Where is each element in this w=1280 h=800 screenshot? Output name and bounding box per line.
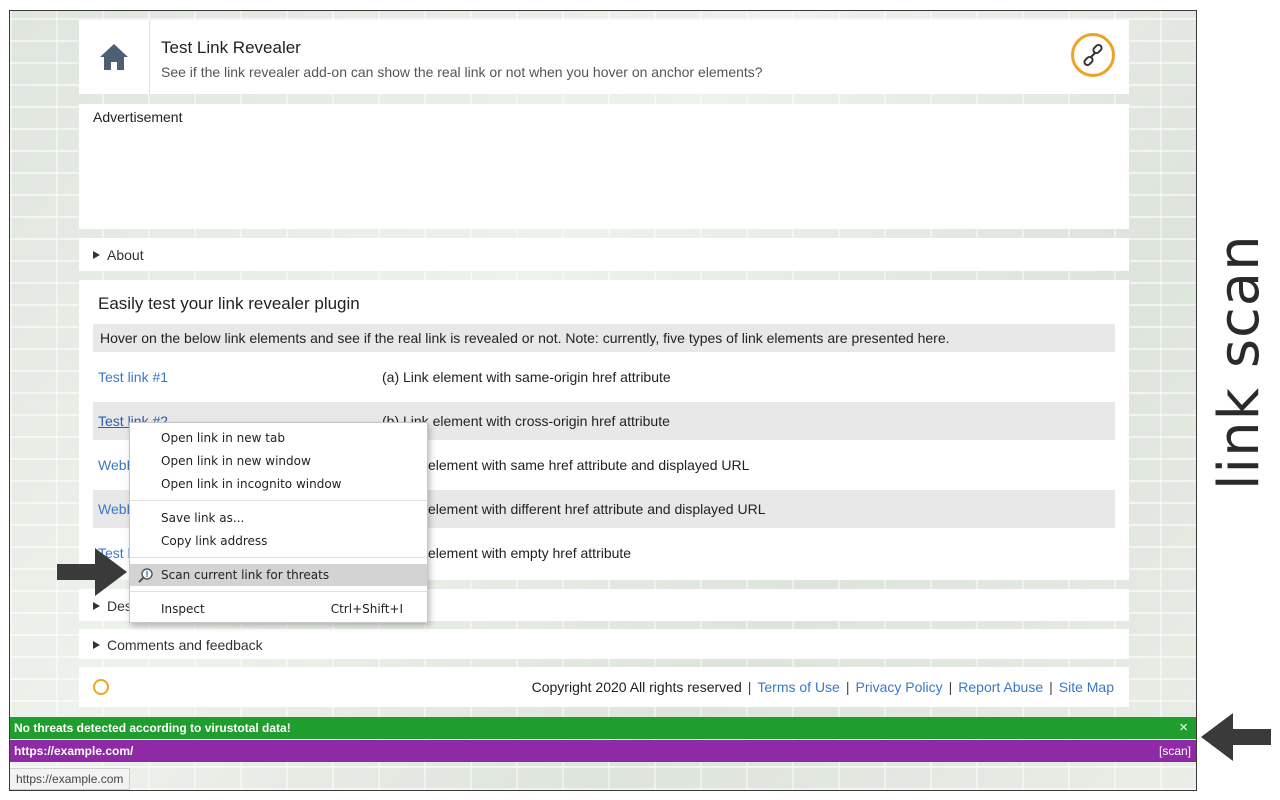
menu-item-copy-link[interactable]: Copy link address (130, 530, 427, 552)
browser-viewport: Test Link Revealer See if the link revea… (9, 10, 1197, 791)
menu-item-open-new-tab[interactable]: Open link in new tab (130, 427, 427, 449)
inspect-shortcut: Ctrl+Shift+I (330, 602, 403, 616)
menu-item-open-new-window[interactable]: Open link in new window (130, 450, 427, 472)
scan-result-message: No threats detected according to virusto… (14, 721, 291, 735)
site-map-link[interactable]: Site Map (1059, 679, 1114, 695)
about-label: About (107, 247, 144, 263)
section-title: Easily test your link revealer plugin (98, 294, 360, 313)
about-summary[interactable]: About (93, 247, 144, 263)
menu-item-inspect[interactable]: Inspect Ctrl+Shift+I (130, 598, 427, 620)
table-row: Test link #1 (a) Link element with same-… (93, 358, 1115, 396)
close-icon[interactable]: × (1179, 719, 1188, 736)
pointer-arrow-left-icon (1201, 713, 1271, 761)
comments-section[interactable]: Comments and feedback (79, 629, 1129, 659)
description-summary[interactable]: Des (93, 598, 132, 614)
page-title: Test Link Revealer (161, 38, 301, 57)
terms-link[interactable]: Terms of Use (757, 679, 839, 695)
browser-status-url: https://example.com (10, 768, 131, 790)
comments-summary[interactable]: Comments and feedback (93, 637, 263, 653)
scan-result-bar: No threats detected according to virusto… (10, 717, 1196, 739)
report-abuse-link[interactable]: Report Abuse (958, 679, 1043, 695)
footer-links: Copyright 2020 All rights reserved | Terms… (531, 679, 1114, 695)
menu-separator (130, 591, 427, 592)
disclosure-triangle-icon (93, 641, 100, 649)
disclosure-triangle-icon (93, 602, 100, 610)
link-icon (1083, 43, 1103, 67)
copyright-text: Copyright 2020 All rights reserved (531, 679, 742, 695)
disclosure-triangle-icon (93, 251, 100, 259)
menu-separator (130, 557, 427, 558)
site-header: Test Link Revealer See if the link revea… (79, 20, 1129, 94)
link-description: element with empty href attribute (428, 545, 632, 561)
link-url-bar: https://example.com/ [scan] (10, 740, 1196, 762)
menu-item-scan-link[interactable]: Scan current link for threats (130, 564, 427, 586)
pointer-arrow-right-icon (57, 548, 127, 596)
context-menu: Open link in new tab Open link in new wi… (129, 422, 428, 623)
home-icon (100, 44, 128, 70)
link-description: (a) Link element with same-origin href a… (382, 369, 671, 385)
privacy-link[interactable]: Privacy Policy (855, 679, 942, 695)
scan-button[interactable]: [scan] (1159, 744, 1191, 758)
comments-label: Comments and feedback (107, 637, 263, 653)
advertisement-label: Advertisement (93, 109, 183, 125)
instruction-note: Hover on the below link elements and see… (93, 324, 1115, 352)
footer-logo-icon[interactable] (93, 679, 109, 695)
about-section[interactable]: About (79, 238, 1129, 271)
magnifier-icon (138, 568, 153, 583)
revealed-url: https://example.com/ (14, 744, 134, 758)
advertisement-panel: Advertisement (79, 104, 1129, 229)
page-subtitle: See if the link revealer add-on can show… (161, 64, 763, 80)
home-button[interactable] (79, 20, 150, 94)
site-footer: Copyright 2020 All rights reserved | Terms… (79, 667, 1129, 707)
link-description: element with same href attribute and dis… (428, 457, 750, 473)
link-description: element with different href attribute an… (428, 501, 766, 517)
side-caption: link scan (1207, 234, 1272, 490)
site-logo[interactable] (1071, 33, 1115, 77)
test-link-1[interactable]: Test link #1 (98, 369, 168, 385)
menu-item-open-incognito[interactable]: Open link in incognito window (130, 473, 427, 495)
menu-separator (130, 500, 427, 501)
menu-item-save-link[interactable]: Save link as... (130, 507, 427, 529)
